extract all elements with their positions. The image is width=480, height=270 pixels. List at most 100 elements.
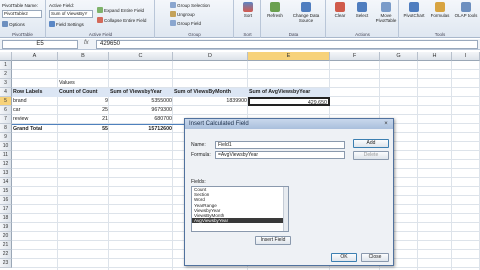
pivot-data-cell[interactable]	[173, 106, 248, 115]
sort-label: Sort	[243, 13, 253, 18]
row-header[interactable]: 1	[0, 61, 12, 70]
expand-field-button[interactable]: Expand Entire Field	[97, 6, 144, 14]
pivot-header-cell[interactable]: Sum of ViewsByMonth	[173, 88, 248, 97]
add-button[interactable]: Add	[353, 139, 389, 148]
row-header[interactable]: 3	[0, 79, 12, 88]
row-header[interactable]: 11	[0, 151, 12, 160]
collapse-field-button[interactable]: Collapse Entire Field	[97, 16, 146, 24]
pivottable-name-label: PivotTable Name:	[2, 2, 39, 8]
column-header[interactable]: H	[418, 52, 452, 61]
pivot-header-cell[interactable]: Sum of AvgViewsbyYear	[248, 88, 330, 97]
row-header[interactable]: 9	[0, 133, 12, 142]
close-icon[interactable]: ×	[382, 120, 390, 128]
sort-button[interactable]: Sort	[237, 2, 259, 18]
row-header[interactable]: 21	[0, 241, 12, 250]
row-header[interactable]: 23	[0, 259, 12, 268]
olap-tools-button[interactable]: OLAP tools	[454, 2, 478, 18]
grand-total-cell[interactable]: 55	[58, 124, 109, 133]
column-header[interactable]: I	[452, 52, 480, 61]
row-header[interactable]: 8	[0, 124, 12, 133]
pivot-data-cell[interactable]: 21	[58, 115, 109, 124]
column-header[interactable]: F	[330, 52, 380, 61]
grand-total-cell[interactable]: Grand Total	[12, 124, 58, 133]
row-header[interactable]: 15	[0, 187, 12, 196]
name-box[interactable]: E5	[2, 40, 78, 49]
values-header-cell[interactable]: Values	[58, 79, 109, 88]
pivot-data-cell[interactable]: car	[12, 106, 58, 115]
row-header[interactable]: 17	[0, 205, 12, 214]
pivot-header-cell[interactable]: Count of Count	[58, 88, 109, 97]
collapse-icon	[97, 17, 103, 23]
ribbon-group-pivottable: PivotTable Name: PivotTable2 Options Piv…	[0, 0, 46, 38]
column-header[interactable]: E	[248, 52, 330, 61]
row-header[interactable]: 16	[0, 196, 12, 205]
active-field-label: Active Field:	[49, 2, 75, 8]
options-button[interactable]: Options	[2, 20, 25, 28]
row-header[interactable]: 2	[0, 70, 12, 79]
pivotchart-button[interactable]: PivotChart	[402, 2, 426, 18]
column-header[interactable]: B	[58, 52, 109, 61]
select-button[interactable]: Select	[351, 2, 373, 18]
column-header[interactable]: D	[173, 52, 248, 61]
selected-cell[interactable]: 429,650	[248, 97, 330, 106]
pivot-data-cell[interactable]: brand	[12, 97, 58, 106]
gridline	[451, 61, 452, 270]
row-header[interactable]: 13	[0, 169, 12, 178]
pivot-data-cell[interactable]	[248, 106, 330, 115]
field-list-item[interactable]: AvgViewsbyYear	[192, 218, 288, 224]
fields-scrollbar[interactable]	[283, 187, 288, 231]
formulas-button[interactable]: Formulas	[428, 2, 452, 18]
row-header[interactable]: 4	[0, 88, 12, 97]
ok-button[interactable]: OK	[331, 253, 357, 262]
formula-input[interactable]: 429650	[96, 40, 478, 49]
row-header[interactable]: 12	[0, 160, 12, 169]
pivot-data-cell[interactable]: 5355000	[109, 97, 173, 106]
insert-field-button[interactable]: Insert Field	[255, 236, 291, 245]
pivot-data-cell[interactable]: 25	[58, 106, 109, 115]
row-header[interactable]: 20	[0, 232, 12, 241]
delete-button[interactable]: Delete	[353, 151, 389, 160]
pivot-data-cell[interactable]: 9	[58, 97, 109, 106]
row-header[interactable]: 19	[0, 223, 12, 232]
group-field-button[interactable]: Group Field	[170, 19, 201, 27]
pivot-header-cell[interactable]: Row Labels	[12, 88, 58, 97]
change-data-source-button[interactable]: Change Data Source	[288, 2, 324, 23]
row-header[interactable]: 18	[0, 214, 12, 223]
close-button[interactable]: Close	[361, 253, 389, 262]
expand-label: Expand Entire Field	[104, 7, 145, 13]
pivot-data-cell[interactable]: 1839900	[173, 97, 248, 106]
formula-input-dialog[interactable]: =AvgViewsbyYear	[215, 151, 345, 159]
pivot-header-cell[interactable]: Sum of ViewsbyYear	[109, 88, 173, 97]
row-header[interactable]: 5	[0, 97, 12, 106]
move-pivottable-button[interactable]: Move PivotTable	[373, 2, 399, 23]
clear-label: Clear	[334, 13, 346, 18]
column-header[interactable]: A	[12, 52, 58, 61]
fx-label[interactable]: fx	[84, 40, 89, 46]
field-settings-button[interactable]: Field Settings	[49, 20, 84, 28]
refresh-button[interactable]: Refresh	[264, 2, 286, 18]
row-header[interactable]: 14	[0, 178, 12, 187]
group-field-icon	[170, 20, 176, 26]
row-header[interactable]: 10	[0, 142, 12, 151]
row-header[interactable]: 6	[0, 106, 12, 115]
group-name-tools: Tools	[434, 32, 446, 37]
ungroup-button[interactable]: Ungroup	[170, 10, 195, 18]
group-selection-label: Group Selection	[177, 2, 210, 8]
pivot-data-cell[interactable]: 680700	[109, 115, 173, 124]
group-selection-button[interactable]: Group Selection	[170, 1, 210, 9]
name-input[interactable]: Field1	[215, 141, 345, 149]
clear-button[interactable]: Clear	[329, 2, 351, 18]
select-all-corner[interactable]	[0, 52, 12, 61]
fields-label: Fields:	[191, 179, 206, 185]
row-header[interactable]: 22	[0, 250, 12, 259]
fields-listbox[interactable]: Count Section Word YearRange ViewsbyYear View…	[191, 186, 289, 232]
grand-total-cell[interactable]: 15712600	[109, 124, 173, 133]
pivot-data-cell[interactable]: 9679300	[109, 106, 173, 115]
row-header[interactable]: 7	[0, 115, 12, 124]
column-header[interactable]: C	[109, 52, 173, 61]
select-label: Select	[355, 13, 369, 18]
column-header[interactable]: G	[380, 52, 418, 61]
pivottable-name-input[interactable]: PivotTable2	[2, 10, 42, 18]
active-field-input[interactable]: Sum of ViewsByY	[49, 10, 93, 18]
pivot-data-cell[interactable]: review	[12, 115, 58, 124]
